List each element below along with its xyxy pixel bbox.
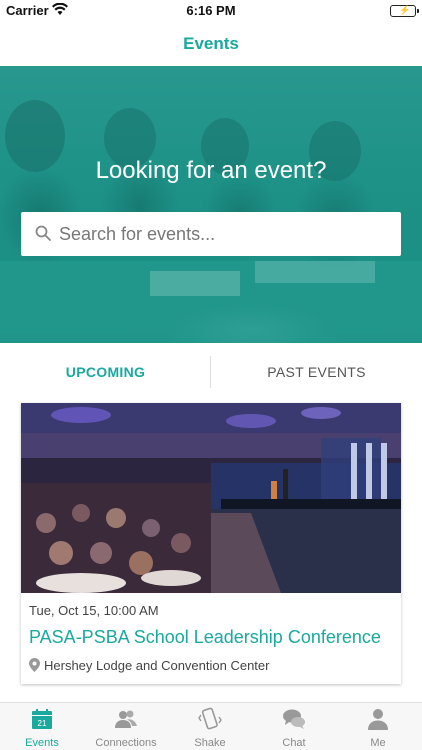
tab-bar-item-events[interactable]: 21 Events [0,703,84,750]
event-date: Tue, Oct 15, 10:00 AM [29,603,159,618]
event-name[interactable]: PASA-PSBA School Leadership Conference [29,627,381,648]
event-photo-image [21,403,401,593]
charging-bolt-icon: ⚡ [399,5,411,15]
hero-background-photo [0,66,422,343]
bottom-tab-bar: 21 Events Connections Shake Chat Me [0,702,422,750]
tab-bar-item-me[interactable]: Me [336,703,420,750]
calendar-day-number: 21 [38,719,47,728]
shake-phone-icon [198,707,222,731]
location-pin-icon [29,658,40,675]
tab-bar-item-shake[interactable]: Shake [168,703,252,750]
hero-banner: Looking for an event? [0,66,422,343]
battery-icon: ⚡ [390,5,419,17]
tab-past-events[interactable]: PAST EVENTS [211,343,422,401]
tab-bar-item-connections[interactable]: Connections [84,703,168,750]
tab-bar-label-events: Events [25,737,59,749]
event-location: Hershey Lodge and Convention Center [29,658,269,675]
hero-heading: Looking for an event? [95,157,327,184]
search-input[interactable] [59,212,389,256]
event-search-box[interactable] [21,212,401,256]
page-title: Events [183,34,239,53]
navigation-bar: Events [0,22,422,66]
search-icon [35,225,51,246]
tab-bar-item-chat[interactable]: Chat [252,703,336,750]
event-location-label: Hershey Lodge and Convention Center [44,658,270,673]
calendar-icon: 21 [30,707,54,731]
clock: 6:16 PM [186,3,236,18]
battery-cap [417,9,419,13]
person-icon [366,707,390,731]
chat-bubbles-icon [282,707,306,731]
tab-bar-label-me: Me [370,737,386,749]
event-tabs: UPCOMING PAST EVENTS [0,343,422,401]
tab-upcoming[interactable]: UPCOMING [0,343,211,401]
status-bar: Carrier 6:16 PM ⚡ [0,0,422,22]
event-card[interactable]: Tue, Oct 15, 10:00 AM PASA-PSBA School L… [21,403,401,684]
tab-bar-label-connections: Connections [95,737,157,749]
tab-bar-label-chat: Chat [282,737,306,749]
people-icon [114,707,138,731]
tab-bar-label-shake: Shake [194,737,226,749]
event-photo [21,403,401,593]
